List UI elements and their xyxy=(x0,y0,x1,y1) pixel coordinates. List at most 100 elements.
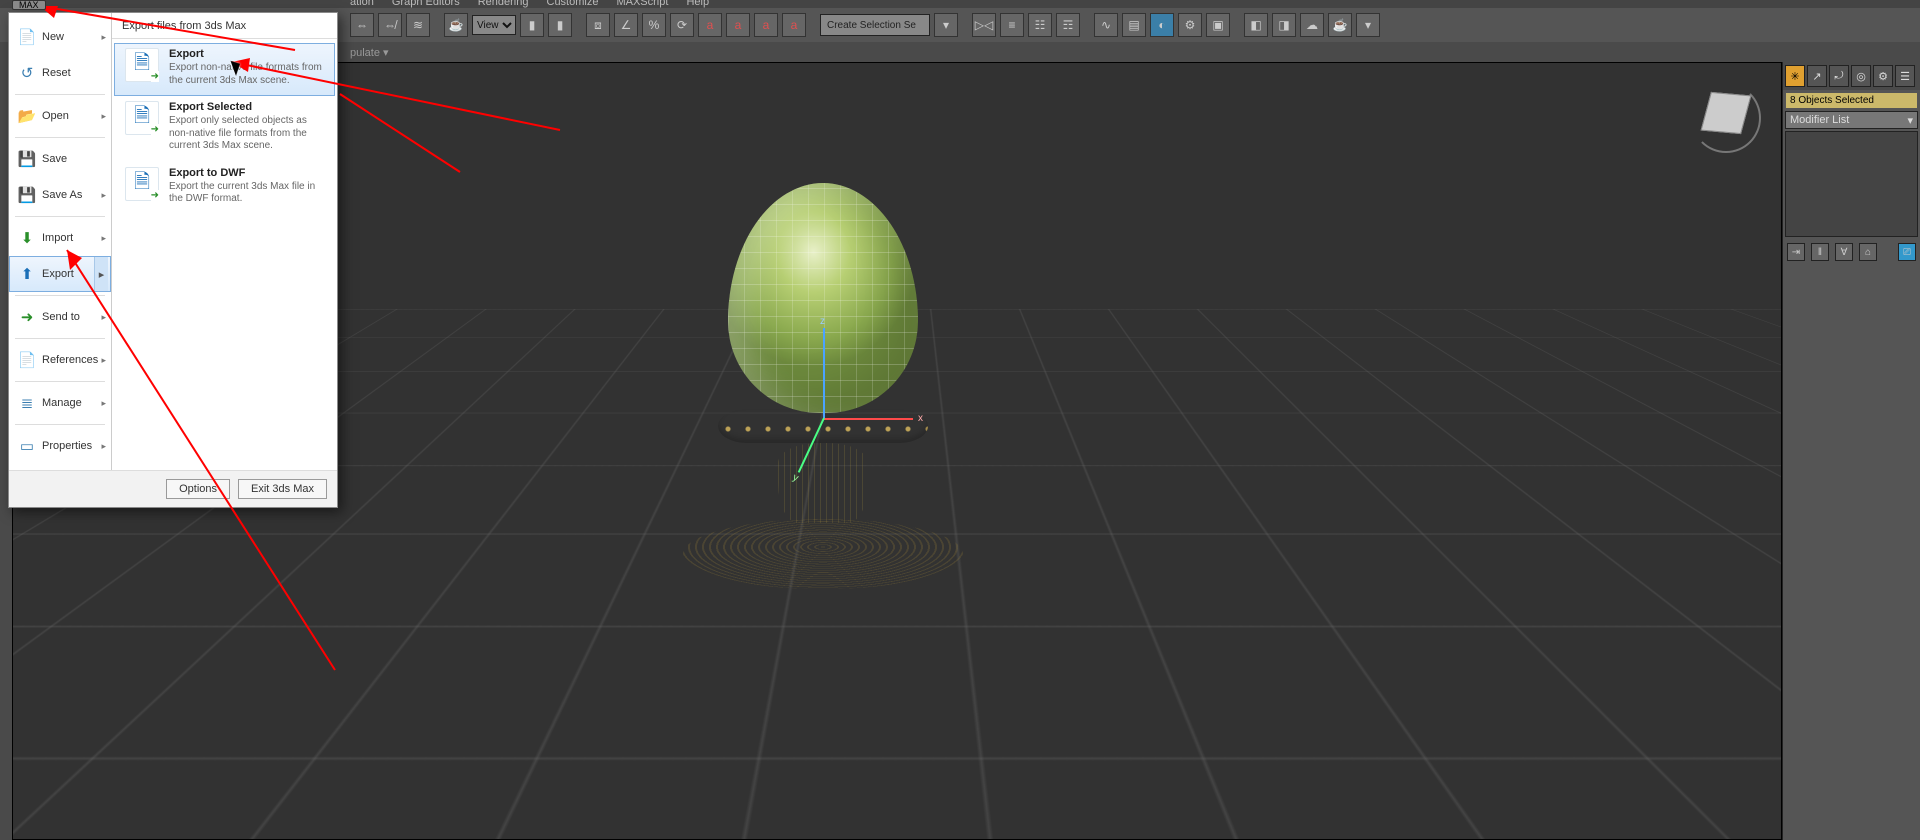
menu-separator xyxy=(15,94,105,95)
chevron-right-icon: ▸ xyxy=(101,111,108,122)
appmenu-item-label: Save xyxy=(42,153,108,165)
gizmo-x-axis-icon[interactable] xyxy=(823,418,913,420)
tb-curve-editor-icon[interactable]: ∿ xyxy=(1094,13,1118,37)
view-dropdown[interactable]: View xyxy=(472,15,516,35)
save-icon: 💾 xyxy=(14,146,40,172)
tb-material-icon[interactable]: ◐ xyxy=(1150,13,1174,37)
tab-modify-icon[interactable]: ↗ xyxy=(1807,65,1827,87)
tb-link-icon[interactable]: ⇔ xyxy=(350,13,374,37)
main-menubar[interactable]: ation Graph Editors Rendering Customize … xyxy=(0,0,1920,8)
modifier-stack-buttons: ⇥ ‖ ∀ ⌂ ⎚ xyxy=(1785,239,1918,265)
chevron-right-icon: ▸ xyxy=(101,312,108,323)
options-button[interactable]: Options xyxy=(166,479,230,499)
tb-snap-b-icon[interactable]: a xyxy=(726,13,750,37)
application-button[interactable]: MAX xyxy=(12,0,46,10)
appmenu-item-label: New xyxy=(42,31,101,43)
modifier-list-dropdown[interactable]: Modifier List▾ xyxy=(1785,111,1918,129)
tb-angle-snap-icon[interactable]: ∠ xyxy=(614,13,638,37)
tb-snap-d-icon[interactable]: a xyxy=(782,13,806,37)
menu-item[interactable]: ation xyxy=(350,0,374,8)
make-unique-icon[interactable]: ∀ xyxy=(1835,243,1853,261)
tb-axis-x-icon[interactable]: ▮ xyxy=(520,13,544,37)
export-option-export-selected[interactable]: 🗎Export SelectedExport only selected obj… xyxy=(114,96,335,162)
tab-hierarchy-icon[interactable]: ⤾ xyxy=(1829,65,1849,87)
menu-item[interactable]: Rendering xyxy=(478,0,529,8)
tab-motion-icon[interactable]: ◎ xyxy=(1851,65,1871,87)
chevron-right-icon: ▸ xyxy=(101,355,108,366)
tb-spinner-snap-icon[interactable]: ⟳ xyxy=(670,13,694,37)
remove-modifier-icon[interactable]: ⌂ xyxy=(1859,243,1877,261)
export-option-desc: Export the current 3ds Max file in the D… xyxy=(169,181,324,206)
chevron-right-icon: ▸ xyxy=(94,257,108,291)
appmenu-item-save[interactable]: 💾Save xyxy=(9,141,111,177)
tb-render-icon[interactable]: ☕ xyxy=(1328,13,1352,37)
appmenu-item-references[interactable]: 📄References▸ xyxy=(9,342,111,378)
export-doc-icon: 🗎 xyxy=(125,167,159,201)
ribbon-label[interactable]: pulate ▾ xyxy=(350,46,389,59)
scene-object-base[interactable] xyxy=(683,519,963,589)
tab-display-icon[interactable]: ⚙ xyxy=(1873,65,1893,87)
tb-render-frame-icon[interactable]: ▣ xyxy=(1206,13,1230,37)
tb-unlink-icon[interactable]: ⇎ xyxy=(378,13,402,37)
modifier-stack[interactable] xyxy=(1785,131,1918,237)
appmenu-item-import[interactable]: ⬇Import▸ xyxy=(9,220,111,256)
tb-environment-icon[interactable]: ☁ xyxy=(1300,13,1324,37)
menu-item[interactable]: Graph Editors xyxy=(392,0,460,8)
appmenu-item-label: Properties xyxy=(42,440,101,452)
appmenu-item-send-to[interactable]: ➜Send to▸ xyxy=(9,299,111,335)
tb-slate-icon[interactable]: ◧ xyxy=(1244,13,1268,37)
appmenu-item-open[interactable]: 📂Open▸ xyxy=(9,98,111,134)
selection-info: 8 Objects Selected xyxy=(1785,92,1918,109)
scene-object-egg-stand[interactable] xyxy=(673,183,973,643)
tb-snap-toggle-icon[interactable]: ⧈ xyxy=(586,13,610,37)
selection-set-input[interactable]: Create Selection Se xyxy=(820,14,930,36)
menu-item[interactable]: MAXScript xyxy=(616,0,668,8)
appmenu-item-new[interactable]: 📄New▸ xyxy=(9,19,111,55)
chevron-right-icon: ▸ xyxy=(101,32,108,43)
menu-separator xyxy=(15,295,105,296)
tb-snap-a-icon[interactable]: a xyxy=(698,13,722,37)
tb-layers-icon[interactable]: ☷ xyxy=(1028,13,1052,37)
command-panel: ✳ ↗ ⤾ ◎ ⚙ ☰ 8 Objects Selected Modifier … xyxy=(1782,62,1920,840)
tb-teapot-icon[interactable]: ☕ xyxy=(444,13,468,37)
tab-create-icon[interactable]: ✳ xyxy=(1785,65,1805,87)
show-end-result-icon[interactable]: ‖ xyxy=(1811,243,1829,261)
appmenu-item-export[interactable]: ⬆Export▸ xyxy=(9,256,111,292)
exit-button[interactable]: Exit 3ds Max xyxy=(238,479,327,499)
tb-render-prod-icon[interactable]: ▾ xyxy=(1356,13,1380,37)
tb-render-setup-icon[interactable]: ⚙ xyxy=(1178,13,1202,37)
appmenu-item-properties[interactable]: ▭Properties▸ xyxy=(9,428,111,464)
gizmo-z-axis-icon[interactable] xyxy=(823,328,825,418)
export-option-export-to-dwf[interactable]: 🗎Export to DWFExport the current 3ds Max… xyxy=(114,162,335,215)
tb-dope-sheet-icon[interactable]: ▤ xyxy=(1122,13,1146,37)
pin-stack-icon[interactable]: ⇥ xyxy=(1787,243,1805,261)
menu-item[interactable]: Customize xyxy=(547,0,599,8)
appmenu-item-label: Import xyxy=(42,232,101,244)
tb-mirror-icon[interactable]: ▷◁ xyxy=(972,13,996,37)
command-panel-tabs: ✳ ↗ ⤾ ◎ ⚙ ☰ xyxy=(1783,62,1920,90)
tb-dropdown-icon[interactable]: ▾ xyxy=(934,13,958,37)
appmenu-item-manage[interactable]: ≣Manage▸ xyxy=(9,385,111,421)
configure-sets-icon[interactable]: ⎚ xyxy=(1898,243,1916,261)
scene-object-neck[interactable] xyxy=(778,443,868,523)
appmenu-item-save-as[interactable]: 💾Save As▸ xyxy=(9,177,111,213)
appmenu-item-label: Reset xyxy=(42,67,108,79)
appmenu-item-reset[interactable]: ↺Reset xyxy=(9,55,111,91)
chevron-right-icon: ▸ xyxy=(101,441,108,452)
export-icon: ⬆ xyxy=(14,261,40,287)
tb-snap-c-icon[interactable]: a xyxy=(754,13,778,37)
tb-schematic-icon[interactable]: ☶ xyxy=(1056,13,1080,37)
tb-axis-y-icon[interactable]: ▮ xyxy=(548,13,572,37)
tb-me-icon[interactable]: ◨ xyxy=(1272,13,1296,37)
transform-gizmo[interactable] xyxy=(823,418,824,419)
menu-item[interactable]: Help xyxy=(686,0,709,8)
tb-bind-icon[interactable]: ≋ xyxy=(406,13,430,37)
tab-utilities-icon[interactable]: ☰ xyxy=(1895,65,1915,87)
tb-percent-snap-icon[interactable]: % xyxy=(642,13,666,37)
tb-align-icon[interactable]: ≡ xyxy=(1000,13,1024,37)
properties-icon: ▭ xyxy=(14,433,40,459)
viewcube[interactable] xyxy=(1691,83,1761,153)
appmenu-item-label: References xyxy=(42,354,101,366)
export-option-export[interactable]: 🗎ExportExport non-native file formats fr… xyxy=(114,43,335,96)
appmenu-left-column: 📄New▸↺Reset📂Open▸💾Save💾Save As▸⬇Import▸⬆… xyxy=(9,13,111,470)
